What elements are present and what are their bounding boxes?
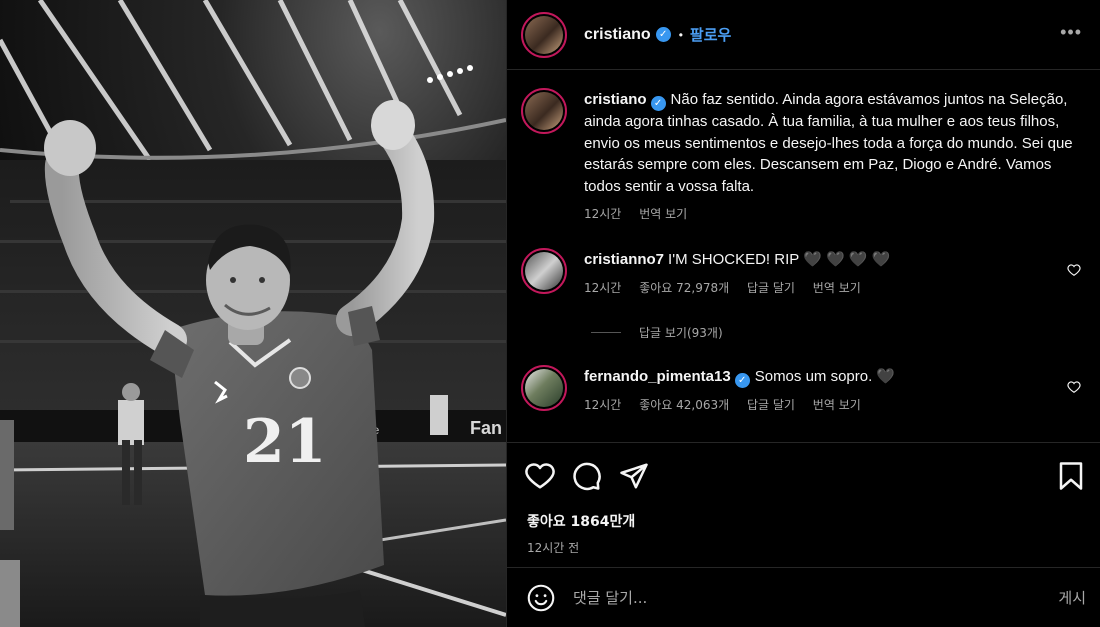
caption-username[interactable]: cristiano <box>584 91 647 108</box>
comment-username[interactable]: cristianno7 <box>584 251 664 268</box>
comment-meta: 12시간 좋아요 72,978개 답글 달기 번역 보기 <box>584 279 1084 296</box>
profile-picture <box>525 92 563 130</box>
caption-meta: 12시간 번역 보기 <box>584 205 1084 222</box>
player-celebration-image: Fan nce 21 <box>0 0 506 627</box>
comment-username[interactable]: fernando_pimenta13 <box>584 368 731 385</box>
post-comment-button[interactable]: 게시 <box>1058 587 1086 608</box>
post-photo[interactable]: Fan nce 21 <box>0 0 506 627</box>
heart-icon[interactable] <box>525 461 555 491</box>
svg-text:Fan: Fan <box>470 418 502 438</box>
emoji-icon[interactable] <box>527 584 555 612</box>
comment-text: I'M SHOCKED! RIP 🖤 🖤 🖤 🖤 <box>668 251 891 268</box>
comment-item: cristianno7 I'M SHOCKED! RIP 🖤 🖤 🖤 🖤 12시간… <box>521 248 1084 296</box>
translate-link[interactable]: 번역 보기 <box>639 207 687 221</box>
likes-count[interactable]: 좋아요 1864만개 <box>527 511 1084 531</box>
comment-composer: 게시 <box>507 567 1100 627</box>
avatar[interactable] <box>521 364 567 411</box>
translate-link[interactable]: 번역 보기 <box>813 398 861 412</box>
comments-section: cristiano ✓ Não faz sentido. Ainda agora e… <box>507 70 1100 442</box>
post-header: cristiano ✓ • 팔로우 ••• <box>507 0 1100 70</box>
comment-likes-count[interactable]: 좋아요 72,978개 <box>639 281 729 295</box>
post-detail-panel: cristiano ✓ • 팔로우 ••• cristiano ✓ Não faz … <box>506 0 1100 627</box>
caption: cristiano ✓ Não faz sentido. Ainda agora e… <box>521 88 1084 222</box>
verified-badge-icon: ✓ <box>734 372 750 388</box>
replies-divider <box>591 331 621 333</box>
separator-dot: • <box>678 27 683 42</box>
share-icon[interactable] <box>619 461 649 491</box>
jersey-number: 21 <box>243 407 327 477</box>
translate-link[interactable]: 번역 보기 <box>813 281 861 295</box>
reply-button[interactable]: 답글 달기 <box>747 281 795 295</box>
profile-picture <box>525 252 563 290</box>
caption-timestamp[interactable]: 12시간 <box>584 207 621 221</box>
verified-badge-icon: ✓ <box>650 96 666 111</box>
reply-button[interactable]: 답글 달기 <box>747 398 795 412</box>
view-replies-label: 답글 보기(93개) <box>639 325 723 340</box>
author-username[interactable]: cristiano <box>584 26 651 44</box>
profile-picture <box>525 368 563 407</box>
avatar[interactable] <box>521 11 567 58</box>
comment-heart-icon[interactable] <box>1067 263 1081 277</box>
comment-text: Somos um sopro. 🖤 <box>754 367 896 385</box>
comment-timestamp[interactable]: 12시간 <box>584 398 621 412</box>
view-replies-button[interactable]: 답글 보기(93개) <box>591 324 1084 341</box>
verified-badge-icon: ✓ <box>655 27 671 42</box>
avatar[interactable] <box>521 248 567 294</box>
post-actions: 좋아요 1864만개 12시간 전 <box>507 442 1100 566</box>
more-options-icon[interactable]: ••• <box>1060 22 1082 43</box>
avatar[interactable] <box>521 88 567 134</box>
profile-picture <box>525 15 563 54</box>
comment-input[interactable] <box>573 588 1059 607</box>
comment-likes-count[interactable]: 좋아요 42,063개 <box>639 398 729 412</box>
comment-item: fernando_pimenta13 ✓ Somos um sopro. 🖤 12시… <box>521 364 1084 413</box>
post-timestamp[interactable]: 12시간 전 <box>527 539 1084 556</box>
bookmark-icon[interactable] <box>1056 461 1086 491</box>
comment-meta: 12시간 좋아요 42,063개 답글 달기 번역 보기 <box>584 396 1084 413</box>
comment-icon[interactable] <box>572 461 602 491</box>
comment-heart-icon[interactable] <box>1067 380 1081 394</box>
comment-timestamp[interactable]: 12시간 <box>584 281 621 295</box>
follow-button[interactable]: 팔로우 <box>690 24 731 45</box>
